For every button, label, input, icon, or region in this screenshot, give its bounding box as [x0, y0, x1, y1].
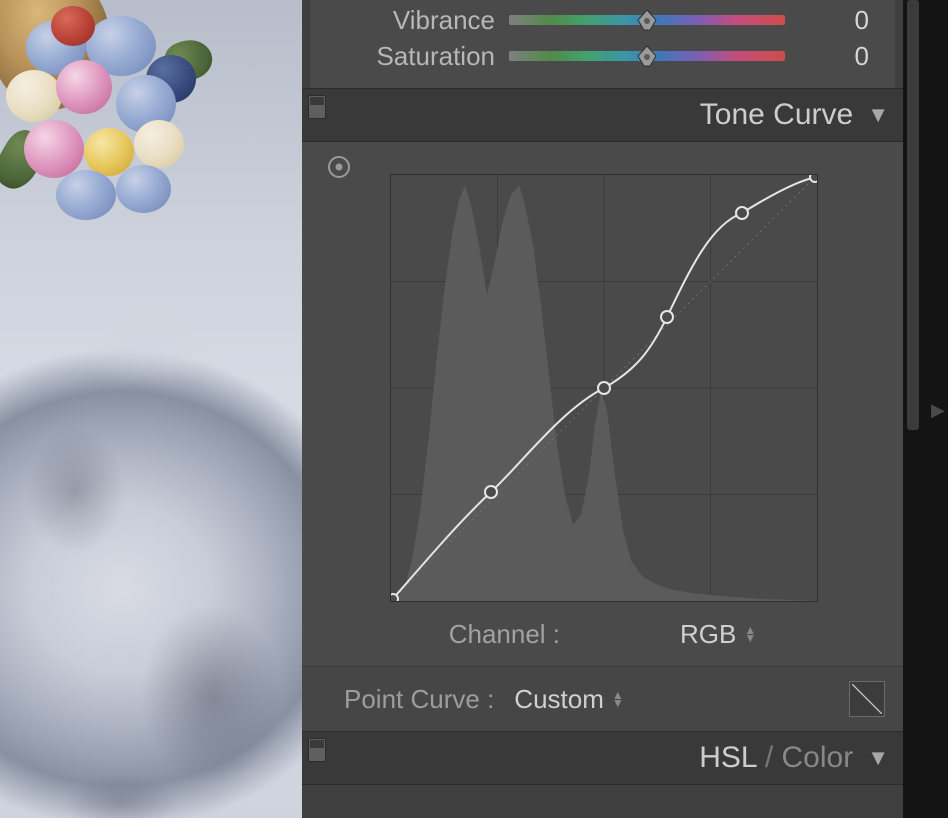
hsl-color-title: HSL / Color	[699, 741, 853, 775]
updown-arrows-icon: ▲▼	[744, 626, 756, 642]
point-curve-label: Point Curve :	[344, 684, 494, 715]
chevron-down-icon[interactable]: ▼	[867, 745, 889, 771]
vibrance-value[interactable]: 0	[785, 5, 869, 36]
flower-red	[51, 6, 95, 46]
saturation-slider[interactable]	[509, 51, 785, 61]
channel-row: Channel : RGB ▲▼	[320, 602, 885, 666]
tone-curve-chart[interactable]	[390, 174, 816, 602]
hsl-label: HSL	[699, 741, 756, 774]
flower-cream	[134, 120, 184, 168]
curve-mode-toggle-icon[interactable]	[849, 681, 885, 717]
flower-blue	[56, 170, 116, 220]
tone-curve-panel: Channel : RGB ▲▼ Point Curve : Custom ▲▼	[302, 142, 903, 731]
photo-preview[interactable]	[0, 0, 302, 818]
expand-right-panel-icon[interactable]: ▶	[931, 400, 945, 421]
point-curve-selector[interactable]: Custom ▲▼	[514, 684, 623, 715]
tone-curve-title: Tone Curve	[700, 98, 853, 132]
presence-panel-tail: Vibrance 0 Saturation	[310, 0, 895, 88]
tone-curve-box[interactable]	[390, 174, 818, 602]
updown-arrows-icon: ▲▼	[612, 691, 624, 707]
app-root: Vibrance 0 Saturation	[0, 0, 948, 818]
develop-panel-column: Vibrance 0 Saturation	[302, 0, 903, 818]
flower-pink	[56, 60, 112, 114]
hsl-color-toggle[interactable]	[308, 738, 326, 762]
tone-curve-toggle[interactable]	[308, 95, 326, 119]
panel-scroll: Vibrance 0 Saturation	[302, 0, 903, 818]
vibrance-row: Vibrance 0	[320, 2, 885, 38]
point-curve-value-text: Custom	[514, 684, 604, 715]
tone-curve-header[interactable]: Tone Curve ▼	[302, 88, 903, 142]
panel-inner: Vibrance 0 Saturation	[302, 0, 903, 785]
channel-value-text: RGB	[680, 619, 736, 650]
targeted-adjustment-tool-icon[interactable]	[326, 154, 352, 185]
hsl-color-header[interactable]: HSL / Color ▼	[302, 731, 903, 785]
channel-selector[interactable]: RGB ▲▼	[680, 619, 756, 650]
chevron-down-icon[interactable]: ▼	[867, 102, 889, 128]
flower-pink	[24, 120, 84, 178]
vibrance-slider[interactable]	[509, 15, 785, 25]
channel-label: Channel :	[449, 619, 560, 650]
point-curve-row: Point Curve : Custom ▲▼	[302, 666, 903, 731]
saturation-row: Saturation 0	[320, 38, 885, 74]
saturation-handle[interactable]	[636, 44, 658, 68]
photo-bouquet	[6, 20, 216, 220]
flower-cream	[6, 70, 62, 122]
vibrance-handle[interactable]	[636, 8, 658, 32]
vibrance-label: Vibrance	[320, 5, 509, 36]
saturation-value[interactable]: 0	[785, 41, 869, 72]
saturation-label: Saturation	[320, 41, 509, 72]
slash: /	[757, 741, 782, 774]
color-label: Color	[782, 741, 854, 774]
panel-scrollbar[interactable]	[907, 0, 919, 430]
flower-blue	[116, 165, 171, 213]
right-gutter: ▶	[903, 0, 948, 818]
